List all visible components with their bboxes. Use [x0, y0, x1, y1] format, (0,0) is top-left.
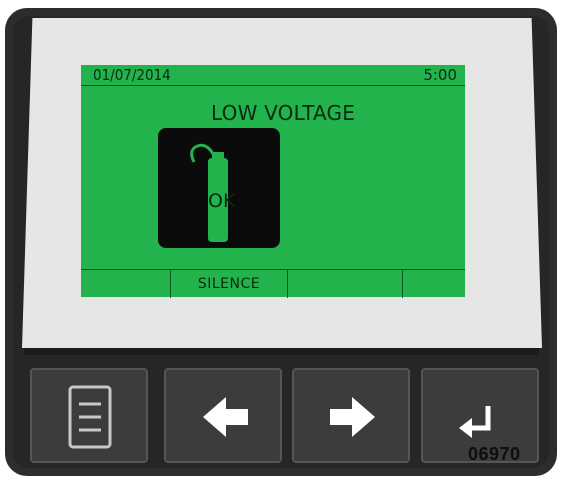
softkey-silence[interactable]: SILENCE: [171, 270, 288, 298]
softkey-bar: SILENCE: [81, 269, 465, 298]
lcd-display: 01/07/2014 5:00 LOW VOLTAGE OK SILENCE: [81, 65, 465, 298]
fire-extinguisher-icon: OK: [158, 128, 280, 248]
right-arrow-button[interactable]: [292, 368, 410, 463]
arrow-left-icon: [203, 397, 248, 437]
figure-code: 06970: [468, 444, 521, 464]
menu-icon: [68, 385, 112, 449]
date-display: 01/07/2014: [93, 66, 171, 84]
softkey-1[interactable]: [81, 270, 171, 298]
softkey-3[interactable]: [288, 270, 403, 298]
status-bar: 01/07/2014 5:00: [81, 65, 465, 86]
menu-button[interactable]: [30, 368, 148, 463]
arrow-right-icon: [330, 397, 375, 437]
control-panel: 01/07/2014 5:00 LOW VOLTAGE OK SILENCE 0…: [0, 0, 562, 485]
extinguisher-status-label: OK: [208, 190, 236, 212]
time-display: 5:00: [423, 66, 457, 84]
left-arrow-button[interactable]: [164, 368, 282, 463]
alarm-message: LOW VOLTAGE: [211, 101, 356, 125]
softkey-silence-label: SILENCE: [197, 276, 261, 292]
softkey-4[interactable]: [403, 270, 465, 298]
